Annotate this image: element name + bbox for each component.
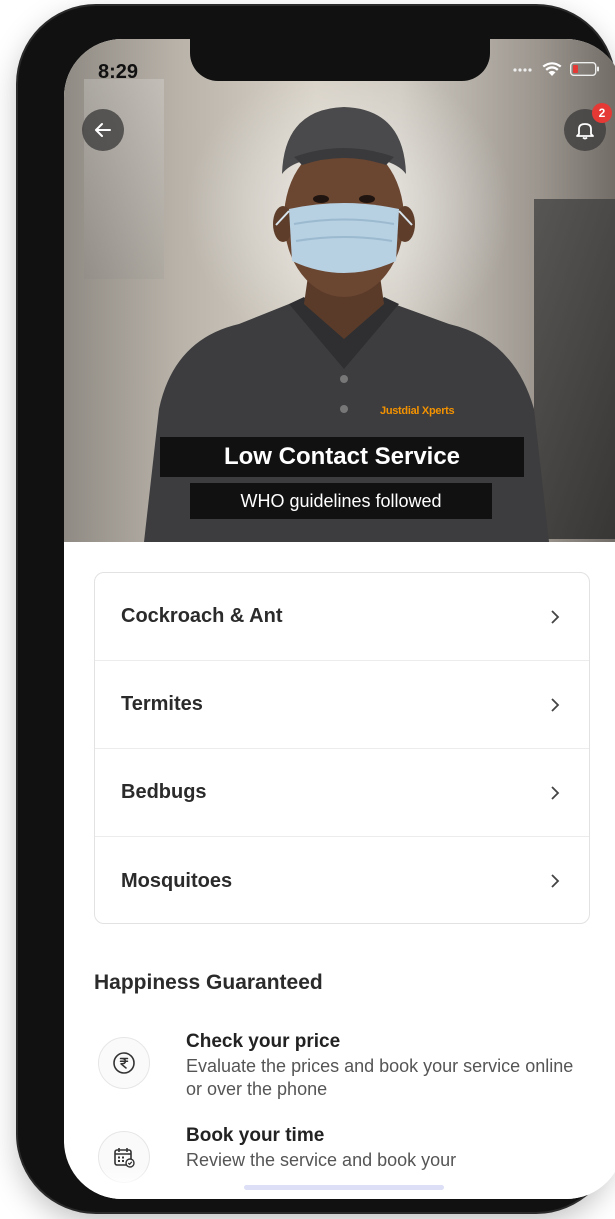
service-label: Cockroach & Ant [121,605,283,627]
wifi-icon [542,62,562,76]
section-title-happiness: Happiness Guaranteed [94,971,323,994]
back-button[interactable] [82,109,124,151]
service-item-mosquitoes[interactable]: Mosquitoes [95,837,589,925]
chevron-right-icon [551,874,560,888]
rupee-icon [98,1037,150,1089]
service-label: Mosquitoes [121,869,233,892]
feature-description: Evaluate the prices and book your servic… [186,1056,574,1100]
status-bar: 8:29 [64,39,615,99]
notifications-button[interactable]: 2 [564,103,612,151]
feature-title: Book your time [186,1125,325,1146]
status-icons [512,61,600,77]
signal-icon [513,68,532,72]
arrow-left-icon [95,123,111,137]
banner-subtitle: WHO guidelines followed [190,483,492,519]
chevron-right-icon [551,785,560,800]
notification-badge: 2 [592,103,612,123]
shirt-logo: Justdial Xperts [380,405,455,417]
device-notch [190,39,490,81]
service-item-cockroach-ant[interactable]: Cockroach & Ant [95,573,589,661]
service-list: Cockroach & Ant Termites Bedbugs Mosquit… [94,572,590,924]
bell-icon [576,123,594,140]
battery-icon [570,62,599,76]
feature-check-price: Check your price Evaluate the prices and… [98,1031,598,1111]
app-screen: Justdial Xperts 8:29 2 Low Contact Servi… [64,39,615,1199]
banner-title: Low Contact Service [160,437,524,477]
phone-frame: Justdial Xperts 8:29 2 Low Contact Servi… [18,6,615,1212]
service-label: Bedbugs [121,781,207,803]
hero-banner: Justdial Xperts 8:29 2 Low Contact Servi… [64,39,615,542]
service-item-termites[interactable]: Termites [95,661,589,749]
feature-title: Check your price [186,1031,341,1052]
chevron-right-icon [551,697,560,712]
home-indicator[interactable] [244,1185,444,1190]
chevron-right-icon [551,609,560,624]
service-label: Termites [121,693,203,715]
service-item-bedbugs[interactable]: Bedbugs [95,749,589,837]
status-time: 8:29 [98,61,139,83]
